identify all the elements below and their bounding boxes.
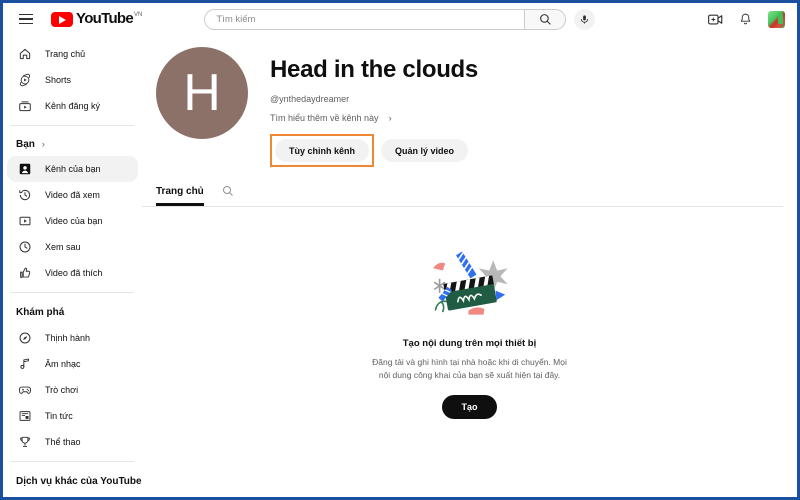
hamburger-menu-icon[interactable]: [13, 6, 39, 32]
sidebar-section-label: Dịch vụ khác của YouTube: [16, 475, 142, 487]
trophy-icon: [16, 434, 33, 451]
sidebar-section-you[interactable]: Bạn ›: [3, 132, 142, 156]
clock-icon: [16, 239, 33, 256]
youtube-play-icon: [51, 12, 73, 27]
home-icon: [16, 46, 33, 63]
search-input[interactable]: [216, 13, 525, 25]
sidebar-divider: [11, 125, 134, 126]
browser-frame: YouTube VN Tìm kiếm Trang chủ Shorts Kên…: [0, 0, 800, 500]
sidebar-item-home[interactable]: Trang chủ: [7, 41, 138, 67]
sidebar-item-shorts[interactable]: Shorts: [7, 67, 138, 93]
notifications-button[interactable]: [739, 12, 752, 26]
sidebar-item-your-videos[interactable]: Video của bạn: [7, 208, 138, 234]
sidebar-item-sports[interactable]: Thể thao: [7, 429, 138, 455]
sidebar-item-trending[interactable]: Thịnh hành: [7, 325, 138, 351]
sidebar-item-label: Shorts: [45, 75, 72, 85]
history-icon: [16, 187, 33, 204]
search-input-wrapper[interactable]: [204, 8, 525, 30]
channel-tabs: Trang chủ: [142, 185, 797, 206]
sidebar-item-history[interactable]: Video đã xem: [7, 182, 138, 208]
create-button[interactable]: [708, 13, 723, 26]
channel-handle: @ynthedaydreamer: [270, 94, 350, 104]
sidebar-item-label: Xem sau: [45, 242, 81, 252]
channel-action-buttons: Tùy chỉnh kênh Quản lý video: [270, 134, 478, 167]
empty-state-title: Tạo nội dung trên mọi thiết bị: [402, 338, 537, 349]
sidebar-section-label: Khám phá: [16, 306, 65, 318]
sidebar-section-label: Bạn: [16, 138, 35, 150]
top-navigation-bar: YouTube VN: [3, 3, 797, 35]
gaming-controller-icon: [16, 382, 33, 399]
sidebar-item-label: Kênh của bạn: [45, 164, 101, 174]
tab-search-button[interactable]: [222, 185, 234, 206]
sidebar-item-liked-videos[interactable]: Video đã thích: [7, 260, 138, 286]
news-icon: [16, 408, 33, 425]
empty-state: Tạo nội dung trên mọi thiết bị Đăng tải …: [142, 207, 797, 419]
youtube-country-code: VN: [134, 12, 143, 18]
chevron-right-icon: ›: [388, 113, 392, 123]
subscriptions-icon: [16, 98, 33, 115]
search-button[interactable]: [524, 8, 567, 30]
sidebar-section-more: Dịch vụ khác của YouTube: [3, 468, 142, 494]
customize-channel-button[interactable]: Tùy chỉnh kênh: [275, 139, 370, 162]
sidebar-divider: [11, 292, 134, 293]
channel-about-label: Tìm hiểu thêm về kênh này: [270, 113, 379, 123]
search-area: [204, 8, 596, 30]
sidebar-section-explore: Khám phá: [3, 299, 142, 325]
sidebar-item-youtube-premium[interactable]: YouTube Premium: [7, 494, 138, 497]
sidebar-item-label: Trò chơi: [45, 385, 79, 395]
sidebar-item-label: Video của bạn: [45, 216, 103, 226]
tab-home[interactable]: Trang chủ: [156, 186, 204, 206]
manage-videos-button[interactable]: Quản lý video: [381, 139, 469, 162]
top-right-actions: [708, 10, 785, 28]
channel-header: H Head in the clouds @ynthedaydreamer Tì…: [142, 35, 797, 167]
sidebar-item-label: Video đã xem: [45, 190, 100, 200]
create-content-button[interactable]: Tạo: [442, 395, 497, 419]
sidebar-item-label: Thịnh hành: [45, 333, 91, 343]
search-icon: [539, 13, 551, 25]
avatar[interactable]: [768, 10, 785, 28]
sidebar-item-label: Kênh đăng ký: [45, 101, 101, 111]
empty-state-description: Đăng tải và ghi hình tại nhà hoặc khi di…: [372, 357, 567, 380]
thumbs-up-icon: [16, 265, 33, 282]
chevron-right-icon: ›: [41, 139, 45, 149]
highlight-box: Tùy chỉnh kênh: [270, 134, 375, 167]
sidebar-item-label: Tin tức: [45, 411, 73, 421]
sidebar-item-gaming[interactable]: Trò chơi: [7, 377, 138, 403]
sidebar-divider: [11, 461, 134, 462]
microphone-icon: [581, 14, 589, 24]
channel-about-link[interactable]: Tìm hiểu thêm về kênh này ›: [270, 113, 478, 123]
channel-title: Head in the clouds: [270, 56, 478, 83]
shorts-icon: [16, 72, 33, 89]
clapperboard-illustration: [432, 251, 508, 315]
sidebar-item-label: Thể thao: [45, 437, 81, 447]
youtube-logo[interactable]: YouTube VN: [51, 11, 142, 27]
sidebar: Trang chủ Shorts Kênh đăng ký Bạn › Kênh…: [3, 35, 142, 497]
person-icon: [16, 161, 33, 178]
sidebar-item-label: Âm nhạc: [45, 359, 81, 369]
youtube-logo-text: YouTube: [76, 10, 134, 27]
your-videos-icon: [16, 213, 33, 230]
sidebar-item-music[interactable]: Âm nhạc: [7, 351, 138, 377]
main-content: H Head in the clouds @ynthedaydreamer Tì…: [142, 35, 797, 497]
sidebar-item-subscriptions[interactable]: Kênh đăng ký: [7, 93, 138, 119]
search-icon: [222, 186, 233, 196]
channel-info: Head in the clouds @ynthedaydreamer Tìm …: [270, 47, 478, 167]
sidebar-item-your-channel[interactable]: Kênh của bạn: [7, 156, 138, 182]
trending-icon: [16, 330, 33, 347]
sidebar-item-label: Trang chủ: [45, 49, 86, 59]
music-note-icon: [16, 356, 33, 373]
sidebar-item-news[interactable]: Tin tức: [7, 403, 138, 429]
sidebar-item-label: Video đã thích: [45, 268, 103, 278]
create-video-icon: [708, 14, 723, 24]
voice-search-button[interactable]: [574, 8, 596, 30]
sidebar-item-watch-later[interactable]: Xem sau: [7, 234, 138, 260]
bell-icon: [740, 13, 751, 25]
channel-avatar: H: [156, 47, 248, 139]
